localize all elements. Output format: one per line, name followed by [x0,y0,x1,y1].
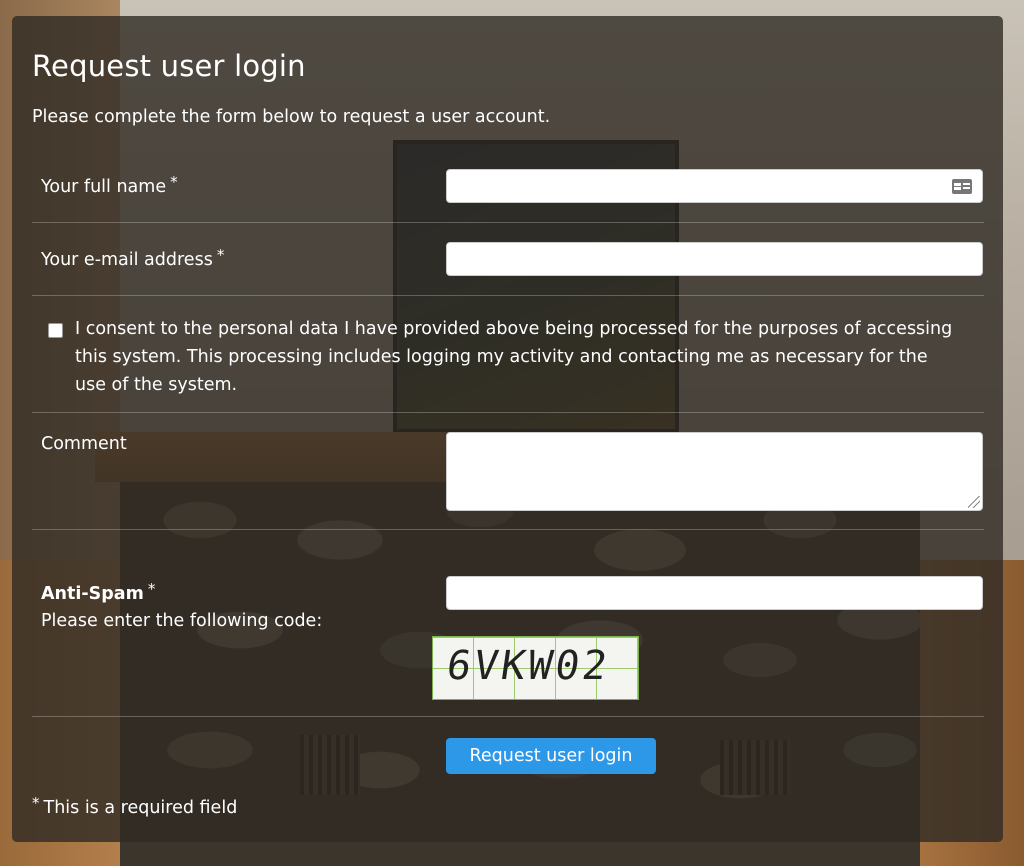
antispam-input[interactable] [446,576,983,610]
resize-handle-icon[interactable] [968,496,980,508]
antispam-instruction: Please enter the following code: [41,611,323,631]
email-row: Your e-mail address * [32,240,984,296]
email-input[interactable] [446,242,983,276]
comment-label: Comment [41,434,127,454]
intro-text: Please complete the form below to reques… [32,107,551,127]
required-marker: * [170,173,178,191]
request-login-button[interactable]: Request user login [446,738,656,774]
comment-row: Comment [32,432,984,530]
required-marker: * [147,580,156,598]
consent-row: I consent to the personal data I have pr… [32,315,984,413]
consent-checkbox[interactable] [48,323,63,338]
contact-card-icon [952,179,972,194]
required-marker: * [216,246,225,264]
comment-textarea[interactable] [446,432,983,511]
captcha-code: 6VKW02 [443,643,613,689]
full-name-row: Your full name * [32,167,984,223]
full-name-input[interactable] [446,169,983,203]
required-field-note: * This is a required field [32,794,238,818]
full-name-label: Your full name * [41,173,178,197]
page-title: Request user login [32,49,306,83]
required-marker: * [32,794,40,812]
antispam-label: Anti-Spam * [41,580,156,604]
captcha-image: 6VKW02 [432,636,639,700]
email-label: Your e-mail address * [41,246,225,270]
request-login-panel: Request user login Please complete the f… [12,16,1003,842]
consent-text: I consent to the personal data I have pr… [75,319,953,395]
